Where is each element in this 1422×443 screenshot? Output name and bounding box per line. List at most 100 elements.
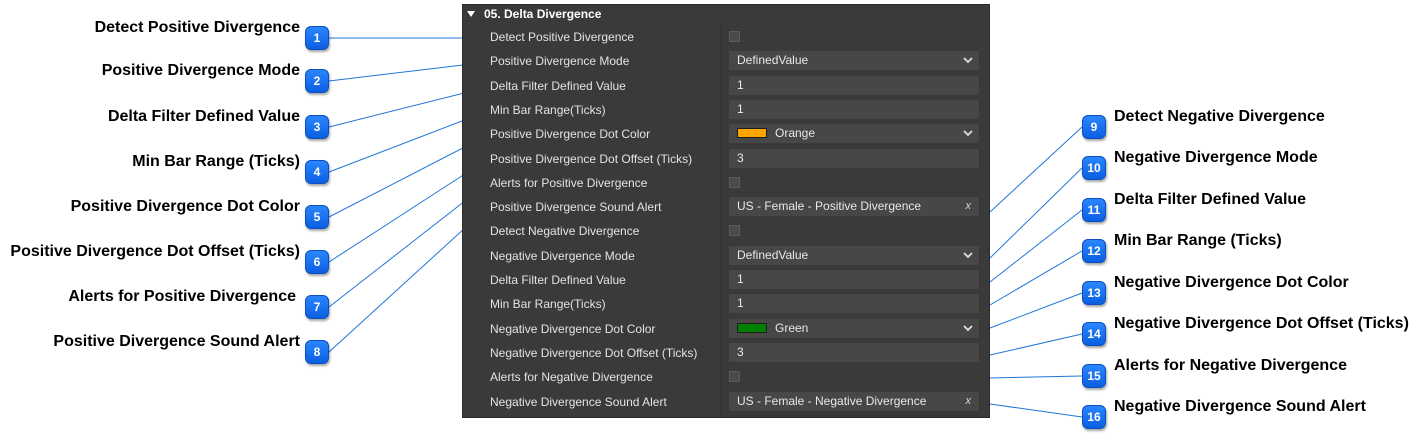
callout-badge-12: 12 (1082, 239, 1106, 263)
checkbox[interactable] (729, 371, 740, 383)
property-row-negative-divergence-dot-color: Negative Divergence Dot Color Green (463, 317, 989, 341)
field-value: 1 (737, 77, 744, 92)
value-input[interactable]: 1 (729, 270, 979, 289)
property-label: Delta Filter Defined Value (490, 78, 626, 93)
field-value: DefinedValue (737, 53, 809, 68)
property-label: Positive Divergence Dot Color (490, 127, 651, 142)
property-row-negative-divergence-mode: Negative Divergence Mode DefinedValue (463, 244, 989, 268)
connector-line-14 (989, 333, 1083, 356)
callout-badge-2: 2 (305, 69, 329, 93)
property-row-detect-negative-divergence: Detect Negative Divergence (463, 219, 989, 243)
chevron-down-icon[interactable] (963, 128, 973, 138)
connector-line-15 (989, 375, 1083, 379)
callout-label-16: Negative Divergence Sound Alert (1114, 398, 1366, 415)
section-title: 05. Delta Divergence (484, 7, 602, 21)
property-label: Positive Divergence Dot Offset (Ticks) (490, 151, 693, 166)
chevron-down-icon[interactable] (963, 55, 973, 65)
value-input[interactable]: 3 (729, 342, 979, 362)
property-label: Detect Negative Divergence (490, 224, 640, 239)
property-label: Delta Filter Defined Value (490, 273, 626, 287)
color-dropdown[interactable]: Orange (729, 124, 979, 144)
value-input[interactable]: 1 (729, 294, 979, 314)
connector-line-10 (989, 167, 1083, 259)
field-value: Orange (775, 126, 816, 141)
connector-line-13 (989, 292, 1083, 329)
value-input[interactable]: 3 (729, 148, 979, 168)
property-label: Detect Positive Divergence (490, 30, 635, 44)
property-label: Negative Divergence Mode (490, 248, 635, 263)
property-row-positive-divergence-dot-offset-ticks: Positive Divergence Dot Offset (Ticks) 3 (463, 147, 989, 171)
property-row-negative-divergence-dot-offset-ticks: Negative Divergence Dot Offset (Ticks) 3 (463, 341, 989, 365)
value-input[interactable]: 1 (729, 99, 979, 119)
callout-label-12: Min Bar Range (Ticks) (1114, 232, 1282, 249)
callout-label-3: Delta Filter Defined Value (107, 108, 300, 125)
property-row-detect-positive-divergence: Detect Positive Divergence (463, 25, 989, 49)
callout-badge-8: 8 (305, 340, 329, 364)
callout-badge-10: 10 (1082, 156, 1106, 180)
property-row-positive-divergence-mode: Positive Divergence Mode DefinedValue (463, 49, 989, 73)
callout-label-13: Negative Divergence Dot Color (1114, 274, 1349, 291)
field-value: 3 (737, 150, 744, 165)
callout-label-7: Alerts for Positive Divergence (68, 288, 296, 305)
field-value: 1 (737, 272, 744, 286)
callout-label-11: Delta Filter Defined Value (1114, 191, 1307, 208)
callout-label-14: Negative Divergence Dot Offset (Ticks) (1114, 315, 1409, 332)
color-dropdown[interactable]: Green (729, 318, 979, 338)
callout-badge-1: 1 (305, 26, 329, 50)
sound-alert-field[interactable]: US - Female - Positive Divergence x (729, 197, 979, 217)
connector-line-12 (989, 250, 1083, 306)
property-row-negative-divergence-sound-alert: Negative Divergence Sound Alert US - Fema… (463, 390, 989, 414)
callout-label-4: Min Bar Range (Ticks) (132, 153, 300, 170)
callout-label-1: Detect Positive Divergence (94, 19, 300, 36)
callout-badge-13: 13 (1082, 281, 1106, 305)
triangle-down-icon[interactable] (467, 11, 475, 17)
callout-label-2: Positive Divergence Mode (101, 62, 300, 79)
value-input[interactable]: 1 (729, 75, 979, 95)
mode-dropdown[interactable]: DefinedValue (729, 245, 979, 265)
connector-line-11 (989, 209, 1083, 283)
sound-alert-field[interactable]: US - Female - Negative Divergence x (729, 391, 979, 411)
callout-label-15: Alerts for Negative Divergence (1114, 357, 1347, 374)
chevron-down-icon[interactable] (963, 250, 973, 260)
delta-divergence-panel: 05. Delta Divergence Detect Positive Div… (462, 4, 990, 418)
section-header[interactable]: 05. Delta Divergence (463, 5, 989, 23)
property-label: Positive Divergence Sound Alert (490, 200, 662, 215)
callout-badge-7: 7 (305, 295, 329, 319)
callout-badge-5: 5 (305, 205, 329, 229)
field-value: Green (775, 320, 809, 335)
field-value: 1 (737, 101, 744, 116)
property-label: Alerts for Positive Divergence (490, 175, 648, 190)
callout-badge-16: 16 (1082, 405, 1106, 429)
field-value: US - Female - Negative Divergence (737, 393, 927, 408)
callout-label-5: Positive Divergence Dot Color (70, 198, 300, 215)
clear-x-icon[interactable]: x (966, 197, 972, 216)
property-row-alerts-for-negative-divergence: Alerts for Negative Divergence (463, 365, 989, 389)
color-swatch (737, 322, 767, 333)
checkbox[interactable] (729, 31, 740, 42)
property-label: Min Bar Range(Ticks) (490, 102, 606, 117)
callout-badge-3: 3 (305, 115, 329, 139)
chevron-down-icon[interactable] (963, 323, 973, 333)
property-row-alerts-for-positive-divergence: Alerts for Positive Divergence (463, 171, 989, 195)
callout-badge-9: 9 (1082, 115, 1106, 139)
property-label: Positive Divergence Mode (490, 54, 630, 69)
property-label: Negative Divergence Dot Color (490, 321, 656, 336)
property-label: Alerts for Negative Divergence (490, 370, 653, 385)
mode-dropdown[interactable]: DefinedValue (729, 51, 979, 71)
field-value: US - Female - Positive Divergence (737, 199, 922, 214)
property-row-delta-filter-defined-value: Delta Filter Defined Value 1 (463, 74, 989, 98)
field-value: 3 (737, 344, 744, 359)
callout-badge-4: 4 (305, 160, 329, 184)
callout-label-9: Detect Negative Divergence (1114, 108, 1325, 125)
property-label: Negative Divergence Sound Alert (490, 394, 667, 409)
property-label: Negative Divergence Dot Offset (Ticks) (490, 345, 698, 360)
clear-x-icon[interactable]: x (966, 392, 972, 411)
callout-label-10: Negative Divergence Mode (1114, 149, 1318, 166)
checkbox[interactable] (729, 225, 740, 237)
checkbox[interactable] (729, 176, 740, 188)
property-row-positive-divergence-dot-color: Positive Divergence Dot Color Orange (463, 122, 989, 146)
callout-label-8: Positive Divergence Sound Alert (53, 333, 300, 350)
field-value: DefinedValue (737, 247, 809, 262)
callout-badge-14: 14 (1082, 322, 1106, 346)
callout-badge-15: 15 (1082, 364, 1106, 388)
